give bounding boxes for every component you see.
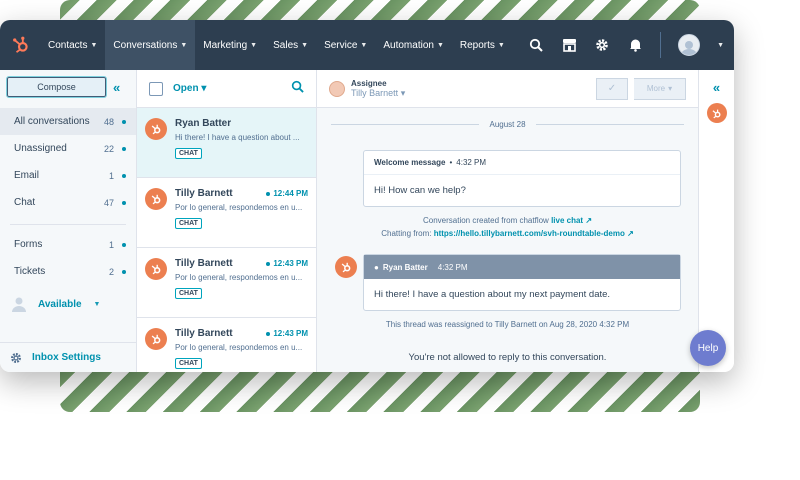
thread-list: Open ▾ Ryan Batter Hi there! I have a qu…	[137, 70, 317, 372]
external-link-icon: ↗	[627, 229, 634, 238]
bell-icon[interactable]	[627, 37, 643, 53]
unread-dot	[122, 173, 126, 178]
inbox-sidebar: Compose « All conversations 48 Unassigne…	[0, 70, 137, 372]
gear-icon	[11, 352, 21, 363]
chevron-down-icon: ▼	[436, 41, 444, 49]
channel-badge: CHAT	[175, 288, 202, 299]
channel-badge: CHAT	[175, 358, 202, 369]
nav-conversations[interactable]: Conversations ▼	[105, 20, 196, 70]
nav-marketing[interactable]: Marketing ▼	[195, 20, 265, 70]
checkmark-icon: ✓	[607, 83, 617, 94]
inbox-settings-link[interactable]: Inbox Settings	[0, 342, 136, 372]
collapse-sidebar-icon[interactable]: «	[113, 80, 120, 95]
status-filter-dropdown[interactable]: Open ▾	[173, 83, 206, 94]
channel-badge: CHAT	[175, 218, 202, 229]
unread-dot	[122, 269, 126, 274]
hubspot-sprocket-icon	[145, 258, 167, 280]
marketplace-icon[interactable]	[561, 37, 577, 53]
select-all-checkbox[interactable]	[149, 81, 163, 96]
user-avatar[interactable]	[678, 34, 701, 56]
gear-icon[interactable]	[594, 37, 610, 53]
chat-bubble-icon: ●	[374, 262, 379, 272]
mark-done-button[interactable]: ✓	[596, 77, 628, 100]
assignee-dropdown[interactable]: Assignee Tilly Barnett ▾	[351, 79, 405, 99]
thread-item[interactable]: Tilly Barnett 12:43 PM Por lo general, re…	[137, 318, 316, 372]
compose-button[interactable]: Compose	[6, 76, 107, 98]
chatting-from-note: Chatting from: https://hello.tillybarnet…	[381, 229, 634, 238]
chevron-down-icon: ▼	[497, 41, 505, 49]
thread-item[interactable]: Tilly Barnett 12:44 PM Por lo general, re…	[137, 178, 316, 248]
nav-divider	[660, 32, 662, 58]
nav-automation[interactable]: Automation ▼	[375, 20, 452, 70]
conversation-panel: Assignee Tilly Barnett ▾ ✓ More ▾ August …	[317, 70, 698, 372]
sidebar-item-forms[interactable]: Forms 1	[0, 231, 136, 258]
unread-dot	[122, 200, 126, 205]
hubspot-sprocket-icon	[145, 328, 167, 350]
sidebar-item-chat[interactable]: Chat 47	[0, 189, 136, 216]
expand-panel-icon[interactable]: «	[713, 80, 720, 95]
customer-message-card: ● Ryan Batter 4:32 PM Hi there! I have a q…	[363, 254, 681, 311]
reassigned-note: This thread was reassigned to Tilly Barn…	[385, 320, 630, 329]
chevron-down-icon: ▼	[93, 300, 101, 308]
sidebar-item-unassigned[interactable]: Unassigned 22	[0, 135, 136, 162]
app-window: Contacts ▼ Conversations ▼ Marketing ▼ Sale…	[0, 20, 734, 372]
unread-dot	[266, 261, 271, 266]
unread-dot	[122, 242, 126, 247]
hubspot-sprocket-icon	[335, 256, 357, 278]
thread-list-header: Open ▾	[137, 70, 316, 108]
unread-dot	[122, 119, 126, 124]
search-icon[interactable]	[528, 37, 544, 53]
chevron-down-icon[interactable]: ▼	[717, 42, 724, 49]
date-divider: August 28	[331, 120, 684, 129]
unread-dot	[266, 331, 271, 336]
hubspot-sprocket-icon	[145, 118, 167, 140]
hubspot-sprocket-icon[interactable]	[706, 103, 727, 123]
sidebar-item-email[interactable]: Email 1	[0, 162, 136, 189]
nav-reports[interactable]: Reports ▼	[452, 20, 513, 70]
chevron-down-icon: ▼	[301, 41, 309, 49]
unread-dot	[266, 191, 271, 196]
chevron-down-icon: ▾	[668, 84, 673, 93]
reply-disabled-note: You're not allowed to reply to this conv…	[408, 352, 607, 363]
sidebar-divider	[10, 224, 126, 225]
person-icon	[12, 297, 26, 312]
availability-dropdown[interactable]: Available ▼	[0, 291, 136, 317]
right-rail: «	[698, 70, 734, 372]
sidebar-item-tickets[interactable]: Tickets 2	[0, 258, 136, 285]
more-dropdown-button[interactable]: More ▾	[634, 77, 686, 100]
external-link-icon: ↗	[585, 216, 593, 225]
channel-badge: CHAT	[175, 148, 202, 159]
top-nav: Contacts ▼ Conversations ▼ Marketing ▼ Sale…	[0, 20, 734, 70]
thread-item[interactable]: Tilly Barnett 12:43 PM Por lo general, re…	[137, 248, 316, 318]
help-button[interactable]: Help	[690, 330, 726, 366]
nav-contacts[interactable]: Contacts ▼	[40, 20, 105, 70]
assignee-avatar	[329, 80, 345, 97]
conversation-created-note: Conversation created from chatflow live …	[422, 216, 593, 225]
live-chat-link[interactable]: live chat ↗	[551, 216, 592, 225]
welcome-message-card: Welcome message • 4:32 PM Hi! How can we h…	[363, 150, 681, 207]
chevron-down-icon: ▼	[360, 41, 368, 49]
search-icon[interactable]	[291, 80, 304, 98]
nav-service[interactable]: Service ▼	[316, 20, 375, 70]
sidebar-item-all-conversations[interactable]: All conversations 48	[0, 108, 136, 135]
nav-sales[interactable]: Sales ▼	[265, 20, 316, 70]
hubspot-logo-icon[interactable]	[10, 34, 32, 56]
chatting-url-link[interactable]: https://hello.tillybarnett.com/svh-round…	[434, 229, 634, 238]
chevron-down-icon: ▼	[250, 41, 258, 49]
thread-item[interactable]: Ryan Batter Hi there! I have a question …	[137, 108, 316, 178]
unread-dot	[122, 146, 126, 151]
chevron-down-icon: ▼	[180, 41, 188, 49]
hubspot-sprocket-icon	[145, 188, 167, 210]
conversation-header: Assignee Tilly Barnett ▾ ✓ More ▾	[317, 70, 698, 108]
chevron-down-icon: ▼	[90, 41, 98, 49]
